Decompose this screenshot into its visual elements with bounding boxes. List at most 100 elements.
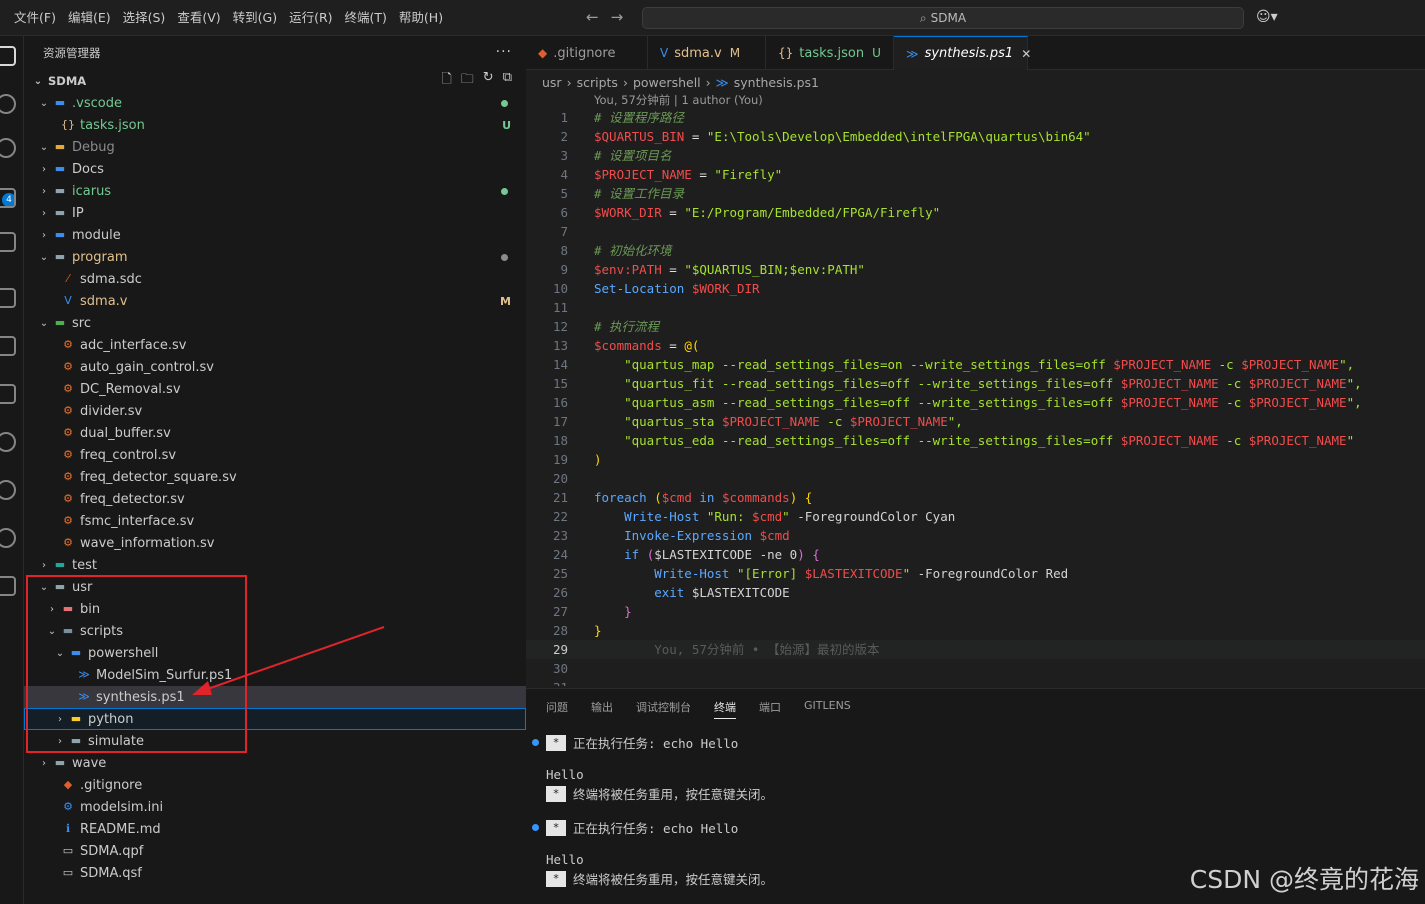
tree-item[interactable]: ⚙ dual_buffer.sv [24,422,526,444]
refresh-icon[interactable]: ↻ [483,70,494,92]
tree-item[interactable]: ⚙ adc_interface.sv [24,334,526,356]
tree-item[interactable]: › ▬ simulate [24,730,526,752]
tree-item[interactable]: Vsdma.v M [24,290,526,312]
command-center-search[interactable]: ⌕ SDMA [642,7,1244,29]
folder-icon: ▬ [54,206,66,219]
forward-arrow-icon[interactable]: → [611,8,624,26]
terminal-text: 终端将被任务重用，按任意键关闭。 [573,787,774,802]
run-debug-icon[interactable] [0,188,16,208]
menu-item[interactable]: 帮助(H) [393,0,449,36]
file-icon: ▭ [62,844,74,857]
menu-item[interactable]: 查看(V) [171,0,226,36]
editor-tab[interactable]: Vsdma.v M [648,36,766,70]
tree-item[interactable]: ⚙ auto_gain_control.sv [24,356,526,378]
tree-item[interactable]: › ▬ python [24,708,526,730]
tree-item[interactable]: ⚙ freq_control.sv [24,444,526,466]
testing-icon[interactable] [0,336,16,356]
panel-tab[interactable]: GITLENS [804,699,851,719]
tree-item[interactable]: ⚙ freq_detector_square.sv [24,466,526,488]
copilot-icon[interactable]: ☺▾ [1256,9,1278,25]
extensions-icon[interactable] [0,232,16,252]
breadcrumb-item[interactable]: synthesis.ps1 [734,75,819,90]
editor-tab[interactable]: ≫ synthesis.ps1 ✕ [894,36,1031,70]
new-folder-icon[interactable]: 🗀 [461,70,474,92]
folder-bin-icon: ▬ [62,602,74,615]
tree-item[interactable]: › ▬ module [24,224,526,246]
panel-tab[interactable]: 调试控制台 [636,699,691,719]
tree-item[interactable]: ⚙ fsmc_interface.sv [24,510,526,532]
copilot-chat-icon[interactable] [0,576,16,596]
tree-item[interactable]: ⚙ freq_detector.sv [24,488,526,510]
tree-item[interactable]: ▭ SDMA.qsf [24,862,526,884]
breadcrumb-item[interactable]: scripts [577,75,618,90]
timeline-icon[interactable] [0,480,16,500]
tree-item[interactable]: ⌄ ▬ powershell [24,642,526,664]
tree-item[interactable]: ⌄ ▬ Debug [24,136,526,158]
tree-item[interactable]: ≫ ModelSim_Surfur.ps1 [24,664,526,686]
tree-item[interactable]: ⚙ DC_Removal.sv [24,378,526,400]
menu-item[interactable]: 编辑(E) [62,0,117,36]
collapse-all-icon[interactable]: ⧉ [503,70,512,92]
code-editor[interactable]: 1 # 设置程序路径 2 $QUARTUS_BIN = "E:\Tools\Devel… [526,108,1425,686]
tree-item[interactable]: ▭ SDMA.qpf [24,840,526,862]
tree-item[interactable]: ≫ synthesis.ps1 [24,686,526,708]
menu-item[interactable]: 运行(R) [283,0,338,36]
back-arrow-icon[interactable]: ← [586,8,599,26]
menu-item[interactable]: 转到(G) [227,0,283,36]
task-marker-icon: * [546,734,566,751]
search-activity-icon[interactable] [0,94,16,114]
gitlens-icon[interactable] [0,528,16,548]
close-icon[interactable]: ✕ [1021,47,1031,61]
code-token: $cmd [759,528,790,543]
tree-item[interactable]: › ▬ icarus [24,180,526,202]
code-line: 3 # 设置项目名 [526,146,1425,165]
tree-item[interactable]: ⚙ divider.sv [24,400,526,422]
systemverilog-icon: ⚙ [63,448,73,461]
source-control-icon[interactable] [0,138,16,158]
breadcrumb-item[interactable]: usr [542,75,562,90]
editor-tab[interactable]: ◆ .gitignore [526,36,648,70]
remote-explorer-icon[interactable] [0,288,16,308]
tree-item[interactable]: › ▬ test [24,554,526,576]
tree-item[interactable]: ⌄ ▬ usr [24,576,526,598]
panel-tab[interactable]: 端口 [759,699,781,719]
tree-item-label: module [72,227,121,243]
code-token: ) [797,547,805,562]
code-line: 11 [526,298,1425,317]
code-token: "quartus_asm --read_settings_files=off -… [594,395,1121,410]
tree-item[interactable]: › ▬ bin [24,598,526,620]
more-actions-icon[interactable]: ··· [496,44,512,60]
tree-item-label: freq_detector_square.sv [80,469,237,485]
powershell-icon: ≫ [78,690,90,703]
tree-item[interactable]: › ▬ Docs [24,158,526,180]
container-icon[interactable] [0,384,16,404]
panel-tab[interactable]: 输出 [591,699,613,719]
explorer-icon[interactable] [0,46,16,66]
tree-item[interactable]: › ▬ IP [24,202,526,224]
tree-item[interactable]: ⁄ sdma.sdc [24,268,526,290]
new-file-icon[interactable]: 🗋 [441,70,451,92]
tree-item[interactable]: ⌄ ▬ src [24,312,526,334]
tree-item[interactable]: {} tasks.json U [24,114,526,136]
menu-item[interactable]: 选择(S) [117,0,172,36]
panel-tab[interactable]: 问题 [546,699,568,719]
editor-tab[interactable]: {} tasks.json U [766,36,894,70]
tree-item[interactable]: ⌄ ▬ program [24,246,526,268]
menu-item[interactable]: 文件(F) [8,0,62,36]
tree-item[interactable]: ◆ .gitignore [24,774,526,796]
code-line: 5 # 设置工作目录 [526,184,1425,203]
panel-tab[interactable]: 终端 [714,699,736,719]
tree-item[interactable]: ⚙ wave_information.sv [24,532,526,554]
editor-tabs: ◆ .gitignore Vsdma.v M {} tasks.json U ≫ synthes… [526,36,1425,70]
tree-item[interactable]: ℹ README.md [24,818,526,840]
tree-item[interactable]: ⌄ ▬ .vscode [24,92,526,114]
code-token: "quartus_map --read_settings_files=on --… [594,357,1114,372]
tree-item[interactable]: ⚙ modelsim.ini [24,796,526,818]
tree-item[interactable]: › ▬ wave [24,752,526,774]
menu-item[interactable]: 终端(T) [339,0,393,36]
tree-item[interactable]: ⌄ ▬ scripts [24,620,526,642]
breadcrumb-item[interactable]: powershell [633,75,701,90]
github-icon[interactable] [0,432,16,452]
line-number: 21 [552,490,568,505]
workspace-folder-header[interactable]: ⌄ SDMA 🗋 🗀 ↻ ⧉ [24,70,526,92]
